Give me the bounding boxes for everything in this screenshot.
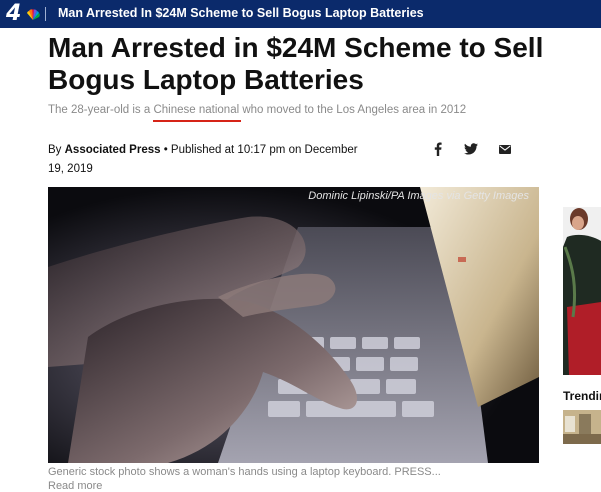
article-photo[interactable]: Dominic Lipinski/PA Images via Getty Ima…	[48, 187, 539, 463]
article-byline: By Associated Press • Published at 10:17…	[48, 141, 358, 179]
photo-credit: Dominic Lipinski/PA Images via Getty Ima…	[308, 190, 529, 202]
photo-caption: Generic stock photo shows a woman's hand…	[48, 466, 441, 478]
facebook-icon	[434, 142, 442, 156]
facebook-share-button[interactable]	[427, 140, 449, 158]
laptop-hands-image	[48, 187, 539, 463]
sidebar-promo-image[interactable]	[563, 207, 601, 375]
byline-prefix: By	[48, 144, 65, 156]
sidebar-thumbnail[interactable]	[563, 410, 601, 444]
top-bar: 4 Man Arrested In $24M Scheme to Sell Bo…	[0, 0, 601, 28]
byline-author[interactable]: Associated Press	[65, 144, 161, 156]
trending-thumbnail-image	[563, 410, 601, 444]
email-icon	[499, 144, 511, 154]
woman-portrait-image	[563, 207, 601, 375]
twitter-icon	[464, 143, 478, 155]
peacock-icon	[27, 9, 40, 20]
email-share-button[interactable]	[494, 140, 516, 158]
article-headline: Man Arrested in $24M Scheme to Sell Bogu…	[48, 32, 544, 95]
twitter-share-button[interactable]	[460, 140, 482, 158]
logo-number: 4	[6, 1, 21, 26]
subtitle-text-end: who moved to the Los Angeles area in 201…	[239, 104, 467, 116]
topbar-title: Man Arrested In $24M Scheme to Sell Bogu…	[58, 6, 424, 20]
nbc4-logo[interactable]: 4	[6, 1, 40, 26]
subtitle-text-start: The 28-year-old is a	[48, 104, 154, 116]
article-subtitle: The 28-year-old is a Chinese national wh…	[48, 104, 466, 116]
sidebar-heading: Trendin	[563, 389, 601, 403]
caption-read-more-link[interactable]: Read more	[48, 480, 102, 492]
topbar-divider	[45, 7, 46, 21]
subtitle-highlight: Chinese national	[153, 104, 240, 116]
